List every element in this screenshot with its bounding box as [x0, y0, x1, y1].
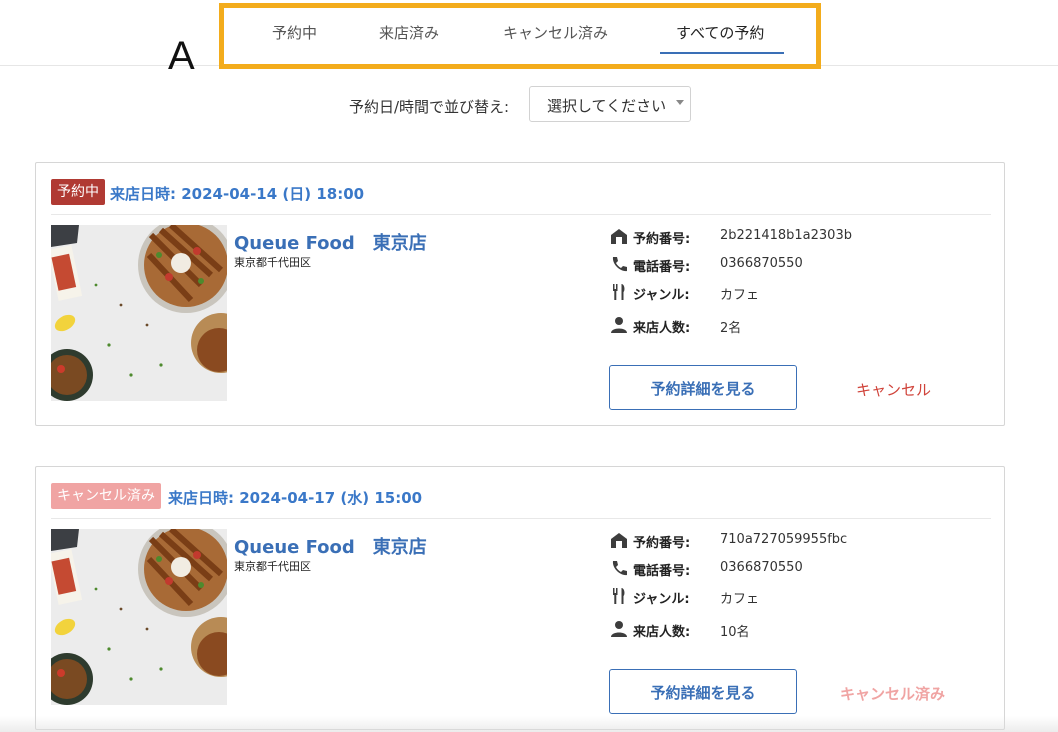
restaurant-photo: [51, 225, 227, 401]
info-label: ジャンル:: [633, 592, 690, 607]
sort-select-value: 選択してください: [547, 97, 667, 115]
chevron-down-icon: [676, 100, 684, 105]
cancel-button[interactable]: キャンセル: [856, 379, 931, 400]
info-label: 予約番号:: [633, 536, 691, 551]
info-value: 10名: [720, 625, 750, 640]
info-phone: 電話番号: 0366870550: [610, 558, 990, 579]
user-icon: [611, 621, 627, 637]
info-value: カフェ: [720, 592, 760, 607]
visit-datetime: 来店日時: 2024-04-14 (日) 18:00: [110, 185, 365, 203]
info-party-size: 来店人数: 10名: [610, 619, 990, 640]
cancelled-status-text: キャンセル済み: [840, 685, 946, 703]
shop-address: 東京都千代田区: [234, 560, 311, 573]
sort-select[interactable]: 選択してください: [529, 86, 691, 122]
utensils-icon: [613, 588, 625, 604]
reservation-card: 予約中 来店日時: 2024-04-14 (日) 18:00 Queue Foo…: [35, 162, 1005, 426]
phone-icon: [612, 561, 627, 576]
restaurant-photo: [51, 529, 227, 705]
info-label: ジャンル:: [633, 288, 690, 303]
info-reservation-number: 予約番号: 710a727059955fbc: [610, 530, 990, 551]
phone-icon: [612, 257, 627, 272]
info-label: 電話番号:: [633, 564, 691, 579]
info-value: 0366870550: [720, 560, 803, 575]
reservation-card: キャンセル済み 来店日時: 2024-04-17 (水) 15:00 Queue…: [35, 466, 1005, 730]
shop-address: 東京都千代田区: [234, 256, 311, 269]
info-value: カフェ: [720, 288, 760, 303]
annotation-highlight-frame: [219, 3, 821, 69]
shop-name[interactable]: Queue Food 東京店: [234, 533, 427, 559]
info-phone: 電話番号: 0366870550: [610, 254, 990, 275]
visit-datetime: 来店日時: 2024-04-17 (水) 15:00: [168, 489, 423, 507]
scroll-shadow: [0, 716, 1058, 732]
info-genre: ジャンル: カフェ: [610, 586, 990, 607]
info-label: 電話番号:: [633, 260, 691, 275]
info-label: 来店人数:: [633, 625, 691, 640]
info-genre: ジャンル: カフェ: [610, 282, 990, 303]
divider: [51, 214, 991, 215]
info-party-size: 来店人数: 2名: [610, 315, 990, 336]
info-value: 710a727059955fbc: [720, 532, 848, 547]
divider: [51, 518, 991, 519]
info-value: 2名: [720, 321, 742, 336]
info-value: 0366870550: [720, 256, 803, 271]
annotation-label: A: [168, 34, 195, 78]
info-value: 2b221418b1a2303b: [720, 228, 852, 243]
shop-icon: [611, 229, 627, 244]
info-label: 来店人数:: [633, 321, 691, 336]
info-reservation-number: 予約番号: 2b221418b1a2303b: [610, 226, 990, 247]
shop-icon: [611, 533, 627, 548]
status-badge: キャンセル済み: [51, 483, 161, 509]
utensils-icon: [613, 284, 625, 300]
shop-name[interactable]: Queue Food 東京店: [234, 229, 427, 255]
view-details-label: 予約詳細を見る: [650, 684, 756, 702]
view-details-button[interactable]: 予約詳細を見る: [609, 365, 797, 410]
user-icon: [611, 317, 627, 333]
view-details-label: 予約詳細を見る: [650, 380, 756, 398]
view-details-button[interactable]: 予約詳細を見る: [609, 669, 797, 714]
info-label: 予約番号:: [633, 232, 691, 247]
sort-label: 予約日/時間で並び替え:: [349, 98, 510, 116]
status-badge: 予約中: [51, 179, 105, 205]
